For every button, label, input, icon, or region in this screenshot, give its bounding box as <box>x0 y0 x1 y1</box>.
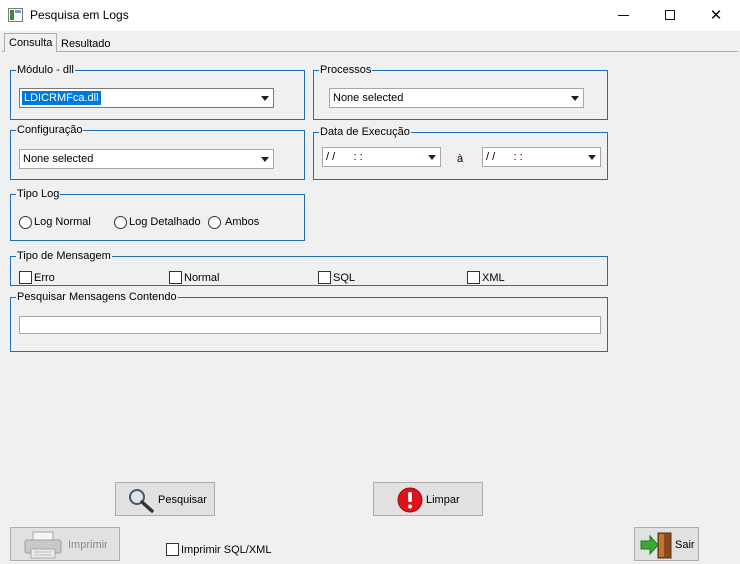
normal-checkbox[interactable] <box>169 271 182 284</box>
imprimir-sql-label[interactable]: Imprimir SQL/XML <box>181 544 271 557</box>
tipo-log-label: Tipo Log <box>16 188 61 201</box>
window-title: Pesquisa em Logs <box>30 8 129 22</box>
erro-checkbox[interactable] <box>19 271 32 284</box>
normal-label[interactable]: Normal <box>184 272 219 285</box>
data-execucao-label: Data de Execução <box>319 126 411 139</box>
log-detalhado-label[interactable]: Log Detalhado <box>129 216 201 229</box>
processos-group: Processos None selected <box>313 64 608 120</box>
pesquisar-button[interactable]: Pesquisar <box>115 482 215 516</box>
chevron-down-icon <box>571 96 579 101</box>
tab-consulta[interactable]: Consulta <box>4 33 58 52</box>
modulo-value: LDICRMFca.dll <box>22 91 101 105</box>
app-icon <box>8 8 23 22</box>
pesquisar-mensagens-label: Pesquisar Mensagens Contendo <box>16 291 178 304</box>
ambos-label[interactable]: Ambos <box>225 216 259 229</box>
sql-label[interactable]: SQL <box>333 272 355 285</box>
limpar-button[interactable]: Limpar <box>373 482 483 516</box>
log-normal-label[interactable]: Log Normal <box>34 216 91 229</box>
processos-select[interactable]: None selected <box>329 88 584 108</box>
processos-label: Processos <box>319 64 373 77</box>
data-fim-picker[interactable]: / / : : <box>482 147 601 167</box>
xml-label[interactable]: XML <box>482 272 505 285</box>
data-execucao-group: Data de Execução / / : : à / / : : <box>313 126 608 180</box>
sair-button[interactable]: Sair <box>634 527 699 561</box>
error-icon <box>397 487 423 513</box>
minimize-icon <box>618 15 629 16</box>
erro-label[interactable]: Erro <box>34 272 55 285</box>
processos-value: None selected <box>333 92 404 104</box>
chevron-down-icon <box>261 157 269 162</box>
tipo-mensagem-label: Tipo de Mensagem <box>16 250 112 263</box>
modulo-label: Módulo - dll <box>16 64 75 77</box>
ambos-radio[interactable] <box>208 216 221 229</box>
configuracao-group: Configuração None selected <box>10 124 305 180</box>
chevron-down-icon <box>588 155 596 160</box>
data-inicio-value: / / : : <box>326 151 363 163</box>
tipo-mensagem-group: Tipo de Mensagem Erro Normal SQL XML <box>10 250 608 286</box>
configuracao-value: None selected <box>23 153 94 165</box>
tipo-log-group: Tipo Log Log Normal Log Detalhado Ambos <box>10 188 305 241</box>
imprimir-sql-checkbox[interactable] <box>166 543 179 556</box>
log-detalhado-radio[interactable] <box>114 216 127 229</box>
modulo-group: Módulo - dll LDICRMFca.dll <box>10 64 305 120</box>
maximize-icon <box>665 10 675 20</box>
maximize-button[interactable] <box>647 0 693 31</box>
close-icon: ✕ <box>709 6 723 24</box>
log-normal-radio[interactable] <box>19 216 32 229</box>
exit-door-icon <box>640 532 672 559</box>
configuracao-select[interactable]: None selected <box>19 149 274 169</box>
magnifier-icon <box>129 489 154 513</box>
chevron-down-icon <box>428 155 436 160</box>
sair-label: Sair <box>675 539 695 551</box>
minimize-button[interactable] <box>601 0 647 31</box>
chevron-down-icon <box>261 96 269 101</box>
pesquisar-mensagens-input[interactable] <box>19 316 601 334</box>
modulo-select[interactable]: LDICRMFca.dll <box>19 88 274 108</box>
printer-icon <box>24 531 62 559</box>
pesquisar-label: Pesquisar <box>158 494 207 506</box>
imprimir-label: Imprimir <box>68 539 108 551</box>
limpar-label: Limpar <box>426 494 460 506</box>
data-inicio-picker[interactable]: / / : : <box>322 147 441 167</box>
sql-checkbox[interactable] <box>318 271 331 284</box>
configuracao-label: Configuração <box>16 124 84 137</box>
imprimir-button[interactable]: Imprimir <box>10 527 120 561</box>
tab-resultado[interactable]: Resultado <box>58 36 114 56</box>
xml-checkbox[interactable] <box>467 271 480 284</box>
pesquisar-mensagens-group: Pesquisar Mensagens Contendo <box>10 291 608 352</box>
close-button[interactable]: ✕ <box>693 0 739 31</box>
data-separator: à <box>457 153 464 165</box>
data-fim-value: / / : : <box>486 151 523 163</box>
